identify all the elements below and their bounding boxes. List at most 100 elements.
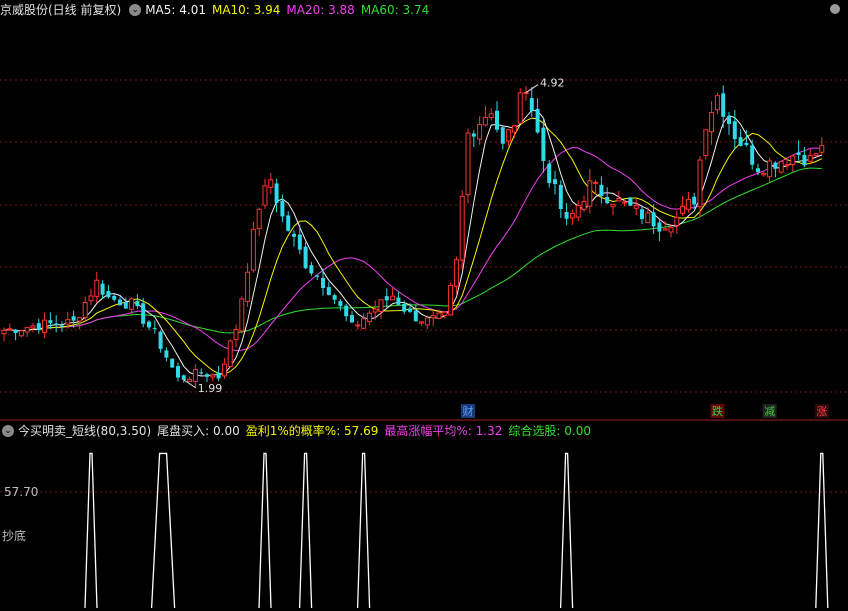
candle-body	[593, 181, 599, 184]
candle-body	[709, 112, 715, 133]
candle-body	[135, 300, 140, 307]
high-price-label: 4.92	[540, 77, 565, 90]
candle-body	[344, 305, 349, 317]
stock-chart[interactable]: 4.92 1.99 财 跌 减 涨	[0, 0, 848, 611]
candle-body	[227, 340, 233, 368]
candle-body	[54, 323, 59, 325]
candle-body	[605, 197, 610, 204]
candle-body	[158, 331, 163, 349]
candle-body	[727, 116, 731, 124]
candle-body	[453, 259, 459, 287]
candle-body	[71, 316, 76, 321]
candle-body	[384, 296, 389, 301]
ma10-line	[3, 117, 823, 375]
candle-body	[697, 159, 703, 208]
candle-body	[24, 326, 30, 333]
candle-body	[280, 200, 285, 217]
stock-title: 京威股份(日线 前复权)	[0, 3, 122, 17]
candle-body	[152, 327, 157, 329]
candle-body	[459, 195, 465, 261]
candle-body	[587, 180, 593, 207]
candle-body	[750, 145, 755, 165]
candle-body	[703, 129, 709, 157]
chevron-down-icon[interactable]: ⌄	[129, 3, 142, 16]
candle-body	[366, 312, 372, 323]
event-marker: 减	[764, 405, 775, 418]
candle-body	[692, 196, 697, 205]
candle-body	[48, 320, 53, 324]
candle-body	[558, 184, 563, 210]
candle-body	[1, 329, 7, 335]
indicator-spike	[150, 452, 176, 609]
candle-body	[471, 133, 476, 137]
candle-body	[245, 271, 251, 302]
candle-body	[714, 95, 720, 111]
candle-body	[18, 330, 24, 337]
indicator-prob-label: 盈利1%的概率%: 57.69	[245, 424, 379, 438]
candle-body	[756, 168, 760, 173]
candle-body	[309, 265, 314, 274]
panel-menu-icon[interactable]	[830, 4, 840, 14]
candle-body	[297, 234, 302, 250]
indicator-spike	[356, 452, 371, 609]
candle-body	[657, 222, 662, 232]
candle-body	[784, 164, 790, 167]
indicator-spike	[559, 452, 574, 609]
candle-body	[488, 113, 494, 119]
ma5-line	[3, 109, 822, 377]
candle-body	[616, 198, 622, 202]
candle-body	[511, 125, 517, 133]
candle-body	[181, 375, 186, 380]
candle-body	[790, 155, 796, 166]
price-panel-header: 京威股份(日线 前复权) ⌄ MA5: 4.01 MA10: 3.94 MA20: 3.…	[0, 1, 435, 19]
indicator-spike	[815, 452, 829, 609]
candle-body	[141, 303, 146, 324]
candle-body	[176, 366, 180, 378]
candle-body	[674, 216, 680, 226]
candle-body	[94, 279, 100, 297]
indicator-buy-label: 尾盘买入: 0.00	[157, 424, 240, 438]
candle-body	[233, 328, 239, 341]
candle-body	[239, 298, 245, 332]
candle-body	[541, 127, 546, 161]
candle-body	[199, 372, 204, 374]
candle-body	[581, 201, 587, 210]
candle-body	[321, 277, 325, 288]
candle-body	[205, 374, 209, 377]
candle-body	[640, 209, 644, 220]
candle-body	[250, 228, 256, 271]
candle-body	[192, 369, 198, 382]
candle-body	[442, 311, 448, 316]
candle-body	[773, 162, 778, 169]
candle-body	[680, 205, 686, 214]
candle-body	[378, 299, 384, 312]
candle-body	[326, 287, 331, 295]
candle-body	[721, 93, 726, 117]
ma5-label: MA5: 4.01	[145, 3, 206, 17]
candle-body	[42, 319, 48, 334]
candle-body	[187, 378, 193, 382]
candle-body	[569, 212, 575, 219]
candle-body	[523, 92, 529, 95]
candle-body	[651, 212, 656, 227]
candle-body	[112, 295, 117, 300]
candle-body	[813, 153, 819, 157]
candle-body	[390, 295, 396, 301]
candle-body	[419, 321, 425, 324]
indicator-spike	[298, 452, 313, 609]
indicator-select-label: 综合选股: 0.00	[508, 424, 591, 438]
candle-body	[36, 323, 41, 331]
candle-body	[7, 328, 13, 331]
candle-body	[564, 212, 569, 219]
ma60-label: MA60: 3.74	[360, 3, 430, 17]
candle-body	[30, 325, 36, 329]
chevron-down-icon[interactable]: ⌄	[2, 424, 14, 437]
candle-body	[767, 160, 773, 178]
candle-body	[106, 291, 111, 298]
candle-body	[622, 201, 628, 204]
candle-body	[500, 127, 505, 144]
candle-body	[465, 132, 471, 196]
low-price-label: 1.99	[198, 382, 223, 395]
candle-body	[645, 212, 651, 224]
candle-body	[274, 183, 279, 203]
